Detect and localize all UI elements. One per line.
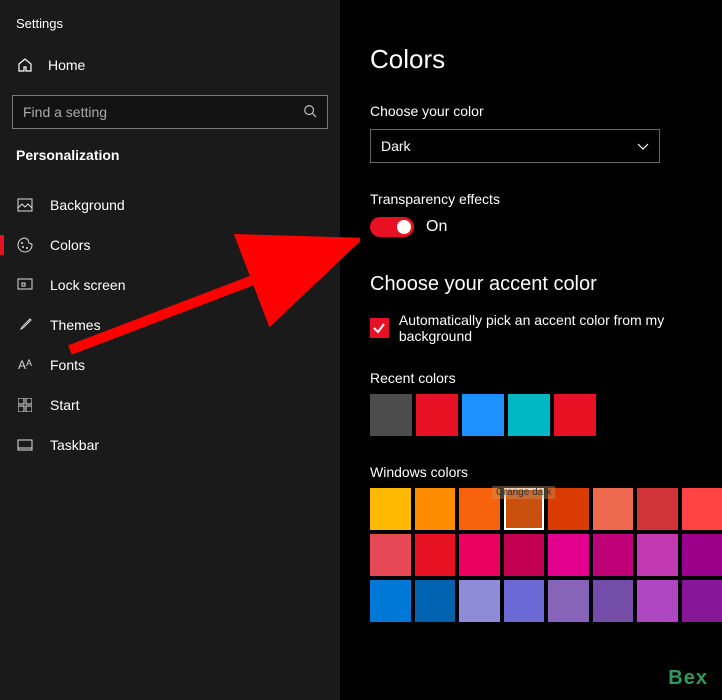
search-icon — [303, 104, 317, 121]
color-swatch[interactable] — [504, 580, 545, 622]
transparency-toggle[interactable] — [370, 217, 414, 237]
start-icon — [16, 398, 34, 412]
dropdown-value: Dark — [381, 138, 411, 154]
recent-colors-row — [370, 394, 722, 436]
accent-title: Choose your accent color — [370, 273, 722, 296]
color-swatch[interactable] — [637, 488, 678, 530]
chevron-down-icon — [637, 138, 649, 154]
nav-label: Themes — [50, 317, 101, 333]
app-title: Settings — [0, 12, 340, 49]
color-swatch[interactable] — [370, 488, 411, 530]
nav-label: Start — [50, 397, 80, 413]
nav-colors[interactable]: Colors — [0, 225, 340, 265]
home-nav[interactable]: Home — [0, 49, 340, 81]
color-swatch[interactable] — [459, 580, 500, 622]
nav-label: Taskbar — [50, 437, 99, 453]
nav-background[interactable]: Background — [0, 185, 340, 225]
color-swatch[interactable] — [593, 580, 634, 622]
nav-label: Fonts — [50, 357, 85, 373]
choose-color-label: Choose your color — [370, 103, 722, 119]
nav-lockscreen[interactable]: Lock screen — [0, 265, 340, 305]
nav-label: Background — [50, 197, 125, 213]
home-label: Home — [48, 57, 85, 73]
recent-label: Recent colors — [370, 370, 722, 386]
nav-taskbar[interactable]: Taskbar — [0, 425, 340, 465]
section-label: Personalization — [0, 147, 340, 171]
color-swatch[interactable]: Orange dark — [504, 488, 545, 530]
color-mode-dropdown[interactable]: Dark — [370, 129, 660, 163]
color-swatch[interactable] — [459, 534, 500, 576]
color-swatch[interactable] — [682, 488, 722, 530]
color-swatch[interactable] — [459, 488, 500, 530]
color-swatch[interactable] — [548, 488, 589, 530]
lockscreen-icon — [16, 278, 34, 292]
color-swatch[interactable] — [593, 488, 634, 530]
color-swatch[interactable] — [504, 534, 545, 576]
fonts-icon: AA — [16, 358, 34, 372]
color-swatch[interactable] — [415, 580, 456, 622]
brush-icon — [16, 317, 34, 333]
auto-pick-checkbox[interactable] — [370, 318, 389, 338]
sidebar: Settings Home Personalization Background… — [0, 0, 340, 700]
color-swatch[interactable] — [593, 534, 634, 576]
color-swatch[interactable] — [370, 580, 411, 622]
auto-pick-label: Automatically pick an accent color from … — [399, 312, 722, 344]
check-icon — [372, 321, 386, 335]
color-swatch[interactable] — [682, 580, 722, 622]
nav-label: Colors — [50, 237, 90, 253]
color-swatch[interactable] — [637, 580, 678, 622]
page-title: Colors — [370, 44, 722, 75]
color-swatch[interactable] — [508, 394, 550, 436]
color-swatch[interactable] — [548, 534, 589, 576]
color-swatch[interactable] — [370, 534, 411, 576]
color-swatch[interactable] — [416, 394, 458, 436]
color-swatch[interactable] — [682, 534, 722, 576]
toggle-state: On — [426, 218, 447, 236]
windows-colors-palette: Orange dark — [370, 488, 722, 622]
picture-icon — [16, 198, 34, 212]
main-content: Colors Choose your color Dark Transparen… — [340, 0, 722, 700]
search-box[interactable] — [12, 95, 328, 129]
color-swatch[interactable] — [554, 394, 596, 436]
color-swatch[interactable] — [370, 394, 412, 436]
search-input[interactable] — [23, 104, 303, 120]
color-swatch[interactable] — [462, 394, 504, 436]
color-swatch[interactable] — [637, 534, 678, 576]
nav-label: Lock screen — [50, 277, 125, 293]
windows-colors-label: Windows colors — [370, 464, 722, 480]
nav-start[interactable]: Start — [0, 385, 340, 425]
color-swatch[interactable] — [415, 488, 456, 530]
transparency-label: Transparency effects — [370, 191, 722, 207]
palette-icon — [16, 237, 34, 253]
nav-fonts[interactable]: AA Fonts — [0, 345, 340, 385]
taskbar-icon — [16, 439, 34, 451]
home-icon — [16, 57, 34, 73]
swatch-tooltip: Orange dark — [492, 486, 556, 499]
color-swatch[interactable] — [548, 580, 589, 622]
color-swatch[interactable] — [415, 534, 456, 576]
nav-themes[interactable]: Themes — [0, 305, 340, 345]
watermark: Bex — [668, 667, 708, 690]
